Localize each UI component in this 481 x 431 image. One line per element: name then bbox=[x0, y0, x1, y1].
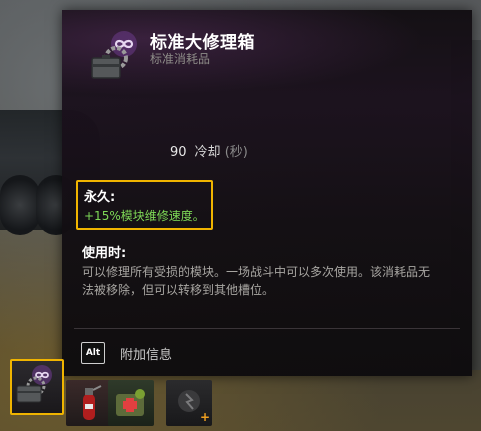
first-aid-kit-icon bbox=[116, 389, 145, 416]
permanent-label: 永久: bbox=[84, 190, 116, 205]
repair-kit-icon bbox=[91, 31, 137, 79]
alt-key-icon: Alt bbox=[81, 342, 105, 364]
cooldown-unit: (秒) bbox=[224, 145, 248, 160]
slot-repair-kit[interactable] bbox=[10, 359, 64, 415]
add-badge-icon: + bbox=[199, 410, 210, 424]
tank-wheel bbox=[0, 175, 40, 235]
permanent-value: +15%模块维修速度。 bbox=[84, 209, 205, 223]
on-use-description: 可以修理所有受损的模块。一场战斗中可以多次使用。该消耗品无法被移除，但可以转移到… bbox=[82, 265, 431, 297]
repair-kit-icon bbox=[16, 365, 52, 403]
consumable-tooltip: 标准大修理箱 标准消耗品 90 冷却 (秒) 永久: +15%模块维修速度。 使用… bbox=[62, 10, 472, 376]
slot-fire-extinguisher[interactable] bbox=[66, 380, 112, 426]
on-use-label: 使用时: bbox=[82, 246, 127, 261]
divider bbox=[74, 328, 460, 329]
permanent-effect-box: 永久: +15%模块维修速度。 bbox=[76, 180, 213, 230]
fire-extinguisher-icon bbox=[83, 385, 102, 420]
cooldown-value: 90 bbox=[170, 145, 187, 160]
slot-empty[interactable]: + bbox=[166, 380, 212, 426]
cooldown-label: 冷却 bbox=[194, 145, 221, 160]
item-subtitle: 标准消耗品 bbox=[150, 52, 211, 66]
additional-info-hint: 附加信息 bbox=[120, 348, 173, 363]
slot-first-aid-kit[interactable] bbox=[108, 380, 154, 426]
cooldown-stat: 90 冷却 (秒) bbox=[170, 141, 248, 160]
